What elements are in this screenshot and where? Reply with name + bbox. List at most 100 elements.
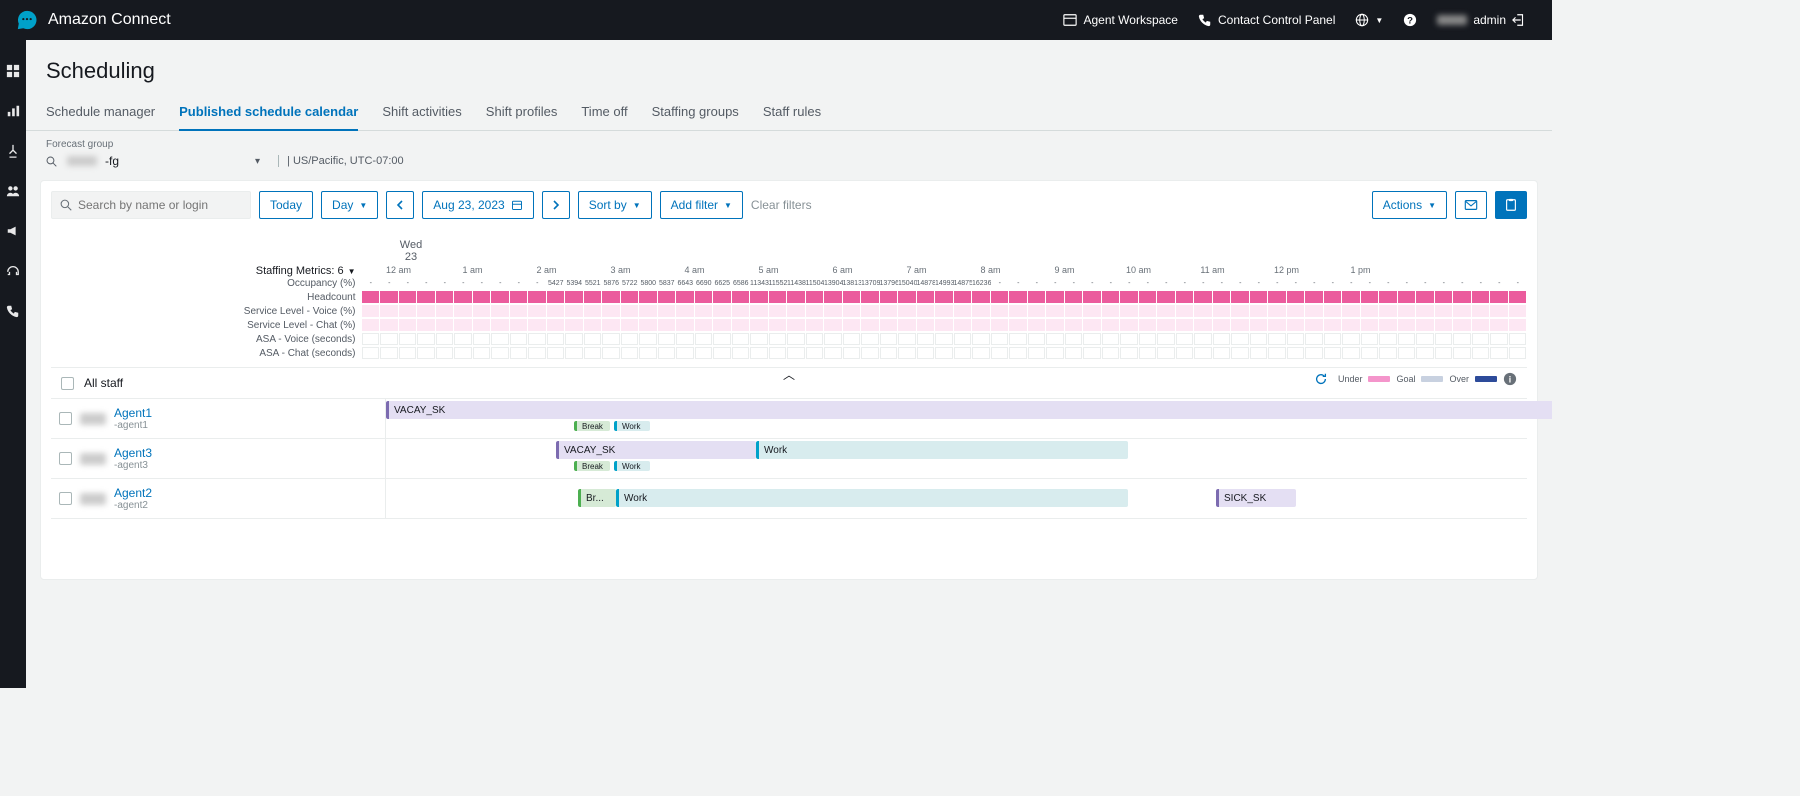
legend: Under Goal Over i xyxy=(1314,372,1517,386)
metric-label: Service Level - Chat (%) xyxy=(51,319,356,333)
asa-chat-row xyxy=(362,347,1528,360)
hour-label: 12 am xyxy=(362,265,436,275)
hour-label: 8 am xyxy=(954,265,1028,275)
agent-rows: Agent1-agent1VACAY_SKBreakWorkAgent3-age… xyxy=(51,399,1527,519)
headset-icon[interactable] xyxy=(6,264,20,278)
help-link[interactable]: ? xyxy=(1393,13,1427,27)
schedule-bar[interactable]: Work xyxy=(616,489,1128,507)
main-content: Scheduling Schedule manager Published sch… xyxy=(26,40,1552,688)
prev-button[interactable] xyxy=(386,191,414,219)
schedule-panel: Today Day▼ Aug 23, 2023 Sort by▼ Add fil… xyxy=(40,180,1538,580)
calendar-icon xyxy=(511,199,523,211)
connect-logo-icon xyxy=(16,9,38,31)
tab-schedule-manager[interactable]: Schedule manager xyxy=(46,96,155,130)
agent-login: -agent1 xyxy=(114,420,152,431)
add-filter-button[interactable]: Add filter▼ xyxy=(660,191,743,219)
agent-checkbox[interactable] xyxy=(59,492,72,505)
announce-icon[interactable] xyxy=(6,224,20,238)
clear-filters-link[interactable]: Clear filters xyxy=(751,198,812,212)
tab-published-calendar[interactable]: Published schedule calendar xyxy=(179,96,358,131)
tab-shift-profiles[interactable]: Shift profiles xyxy=(486,96,558,130)
schedule-bar[interactable]: VACAY_SK xyxy=(386,401,1552,419)
agent-checkbox[interactable] xyxy=(59,412,72,425)
tab-staffing-groups[interactable]: Staffing groups xyxy=(652,96,739,130)
actions-button[interactable]: Actions▼ xyxy=(1372,191,1447,219)
schedule-bar[interactable]: Br... xyxy=(578,489,616,507)
brand-name: Amazon Connect xyxy=(48,11,171,29)
headcount-row xyxy=(362,291,1528,304)
next-button[interactable] xyxy=(542,191,570,219)
tab-time-off[interactable]: Time off xyxy=(581,96,627,130)
hour-label: 5 am xyxy=(732,265,806,275)
ccp-link[interactable]: Contact Control Panel xyxy=(1188,13,1345,27)
page-title: Scheduling xyxy=(26,40,1552,96)
refresh-icon[interactable] xyxy=(1314,372,1328,386)
schedule-bar[interactable]: Work xyxy=(614,461,650,471)
schedule-area: Wed 23 Staffing Metrics: 6▼ Occupancy (%… xyxy=(51,239,1527,519)
metric-label: Service Level - Voice (%) xyxy=(51,305,356,319)
schedule-bar[interactable]: SICK_SK xyxy=(1216,489,1296,507)
occupancy-row: ----------542753945521587657225800583766… xyxy=(362,277,1528,290)
agent-login: -agent2 xyxy=(114,500,152,511)
agent-row: Agent2-agent2 Br...Work SICK_SK xyxy=(51,479,1527,519)
tab-staff-rules[interactable]: Staff rules xyxy=(763,96,821,130)
mail-button[interactable] xyxy=(1455,191,1487,219)
schedule-bar[interactable]: VACAY_SK xyxy=(556,441,756,459)
locale-menu[interactable]: ▼ xyxy=(1345,13,1393,27)
hour-label: 9 am xyxy=(1028,265,1102,275)
tab-shift-activities[interactable]: Shift activities xyxy=(382,96,461,130)
agent-name[interactable]: Agent3 xyxy=(114,446,152,460)
collapse-toggle[interactable]: ︿ xyxy=(783,366,795,383)
metric-label: ASA - Chat (seconds) xyxy=(51,347,356,361)
timezone-label: | US/Pacific, UTC-07:00 xyxy=(278,155,404,167)
signout-icon xyxy=(1512,13,1526,27)
agent-lane: Br...Work SICK_SK xyxy=(386,479,1527,518)
info-icon[interactable]: i xyxy=(1503,372,1517,386)
search-icon xyxy=(60,199,72,211)
date-picker[interactable]: Aug 23, 2023 xyxy=(422,191,533,219)
phone-nav-icon[interactable] xyxy=(6,304,20,318)
forecast-group-picker[interactable]: -fg ▾ xyxy=(63,152,264,170)
agent-workspace-link[interactable]: Agent Workspace xyxy=(1053,13,1188,27)
schedule-bar[interactable]: Break xyxy=(574,461,610,471)
tabs: Schedule manager Published schedule calen… xyxy=(26,96,1552,131)
sl-chat-row xyxy=(362,319,1528,332)
sl-voice-row xyxy=(362,305,1528,318)
date-header: Wed 23 xyxy=(386,239,436,263)
user-menu[interactable]: admin xyxy=(1427,13,1536,27)
hour-label: 12 pm xyxy=(1250,265,1324,275)
agent-name[interactable]: Agent2 xyxy=(114,486,152,500)
clipboard-button[interactable] xyxy=(1495,191,1527,219)
metrics-icon[interactable] xyxy=(6,104,20,118)
agent-row: Agent1-agent1VACAY_SKBreakWork xyxy=(51,399,1527,439)
globe-icon xyxy=(1355,13,1369,27)
routing-icon[interactable] xyxy=(6,144,20,158)
metrics-section: Staffing Metrics: 6▼ Occupancy (%)Headco… xyxy=(51,265,1527,361)
select-all-checkbox[interactable] xyxy=(61,377,74,390)
dashboard-icon[interactable] xyxy=(6,64,20,78)
agent-name[interactable]: Agent1 xyxy=(114,406,152,420)
hour-label: 1 pm xyxy=(1324,265,1398,275)
agent-checkbox[interactable] xyxy=(59,452,72,465)
schedule-bar[interactable]: Work xyxy=(756,441,1128,459)
hour-label: 4 am xyxy=(658,265,732,275)
staff-header: All staff ︿ Under Goal Over i xyxy=(51,367,1527,399)
staffing-metrics-toggle[interactable]: Staffing Metrics: 6▼ xyxy=(51,265,356,277)
sort-by-button[interactable]: Sort by▼ xyxy=(578,191,652,219)
topbar: Amazon Connect Agent Workspace Contact C… xyxy=(0,0,1552,40)
hour-label: 6 am xyxy=(806,265,880,275)
forecast-group-label: Forecast group xyxy=(46,139,1532,150)
search-icon xyxy=(46,156,57,167)
hour-label: 7 am xyxy=(880,265,954,275)
schedule-bar[interactable]: Break xyxy=(574,421,610,431)
view-picker[interactable]: Day▼ xyxy=(321,191,378,219)
agent-login: -agent3 xyxy=(114,460,152,471)
metric-label: ASA - Voice (seconds) xyxy=(51,333,356,347)
panel-icon xyxy=(1063,13,1077,27)
agent-row: Agent3-agent3VACAY_SKWorkBreakWork xyxy=(51,439,1527,479)
search-input[interactable] xyxy=(51,191,251,219)
hour-label: 11 am xyxy=(1176,265,1250,275)
today-button[interactable]: Today xyxy=(259,191,313,219)
schedule-bar[interactable]: Work xyxy=(614,421,650,431)
users-icon[interactable] xyxy=(6,184,20,198)
